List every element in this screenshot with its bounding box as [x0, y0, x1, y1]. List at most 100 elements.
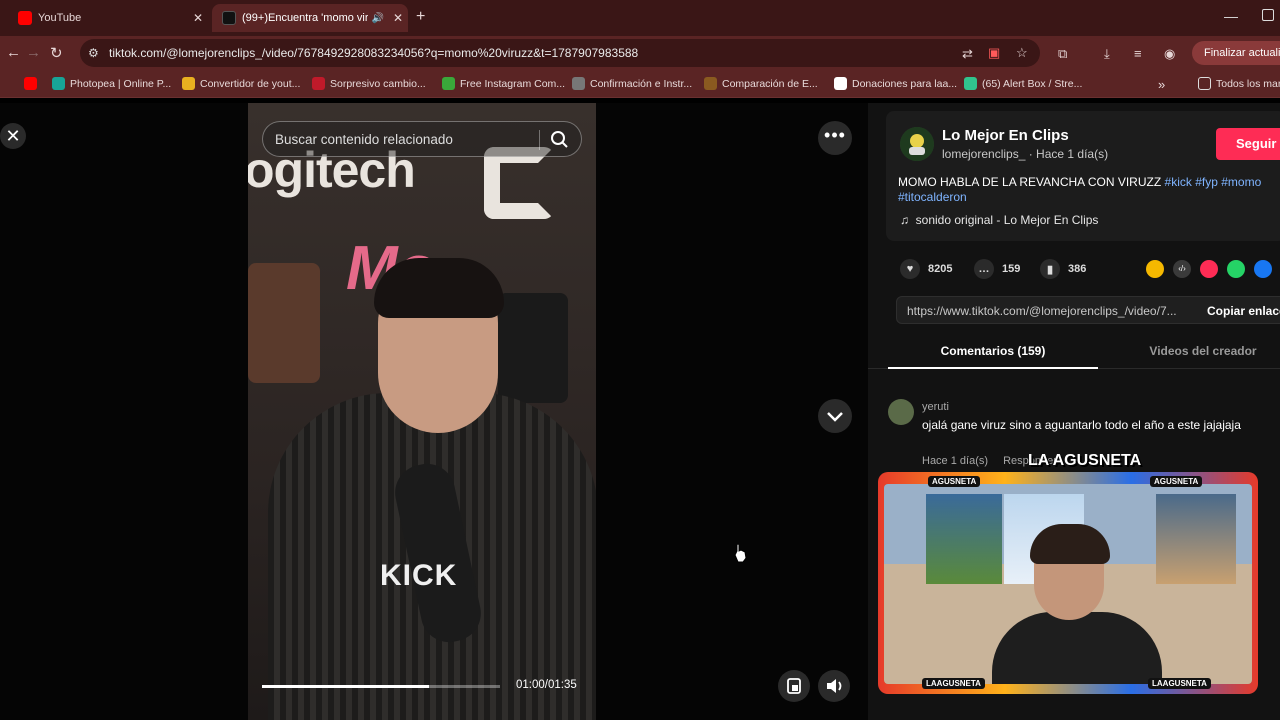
translate-icon[interactable]: ⇄	[962, 46, 973, 62]
bookmark-item[interactable]: Photopea | Online P...	[52, 77, 171, 90]
comment-stat[interactable]: … 159	[974, 259, 1020, 279]
news-icon	[312, 77, 325, 90]
search-icon[interactable]	[549, 129, 571, 151]
forward-icon[interactable]: →	[26, 44, 41, 61]
new-tab-button[interactable]: +	[416, 8, 425, 26]
back-icon[interactable]: ←	[6, 44, 21, 61]
copy-link-button[interactable]: Copiar enlace	[1207, 304, 1280, 318]
link-icon	[572, 77, 585, 90]
cast-icon[interactable]: ▣	[988, 45, 1000, 61]
follow-button[interactable]: Seguir	[1216, 128, 1280, 160]
tab-title: (99+)Encuentra 'momo viru	[242, 12, 368, 24]
hashtag-link[interactable]: #momo	[1221, 175, 1261, 189]
repost-icon[interactable]	[1146, 260, 1164, 278]
share-link-url[interactable]: https://www.tiktok.com/@lomejorenclips_/…	[907, 304, 1177, 318]
tab-youtube[interactable]: YouTube ✕	[8, 4, 208, 32]
close-video-button[interactable]: ✕	[0, 123, 26, 149]
streamer-body	[992, 612, 1162, 684]
channel-avatar[interactable]	[900, 127, 934, 161]
save-count: 386	[1068, 263, 1087, 275]
overlay-title: LA AGUSNETA	[1028, 452, 1142, 469]
site-info-icon[interactable]: ⚙	[88, 46, 99, 60]
donation-icon	[834, 77, 847, 90]
bookmark-item[interactable]: Comparación de E...	[704, 77, 818, 90]
avatar-image	[900, 127, 934, 161]
commenter-avatar[interactable]	[888, 399, 914, 425]
like-stat[interactable]: ♥ 8205	[900, 259, 952, 279]
tab-title: YouTube	[38, 12, 82, 24]
tab-close-button[interactable]: ✕	[388, 11, 408, 25]
save-stat[interactable]: ▮ 386	[1040, 259, 1086, 279]
poster-image	[1156, 494, 1236, 584]
facebook-icon[interactable]	[1254, 260, 1272, 278]
all-bookmarks-folder[interactable]: Todos los mar	[1198, 77, 1280, 90]
bookmarks-bar: Photopea | Online P... Convertidor de yo…	[0, 70, 1280, 98]
streamlabs-icon	[964, 77, 977, 90]
bookmark-icon[interactable]: ▮	[1040, 259, 1060, 279]
bookmark-star-icon[interactable]: ☆	[1016, 45, 1028, 61]
related-search-box[interactable]: Buscar contenido relacionado	[262, 121, 582, 157]
volume-icon	[827, 679, 842, 693]
video-progress-bar[interactable]	[262, 685, 500, 688]
tiktok-handle: LAAGUSNETA	[1148, 678, 1211, 689]
compare-icon	[704, 77, 717, 90]
comment-icon[interactable]: …	[974, 259, 994, 279]
speaker-icon[interactable]: 🔊	[368, 13, 388, 24]
pip-icon	[787, 678, 801, 694]
profile-icon[interactable]: ◉	[1164, 46, 1175, 62]
reload-icon[interactable]: ↻	[50, 44, 63, 62]
channel-meta: lomejorenclips_ · Hace 1 día(s)	[942, 147, 1109, 161]
channel-name[interactable]: Lo Mejor En Clips	[942, 127, 1069, 144]
tab-close-button[interactable]: ✕	[188, 11, 208, 25]
youtube-icon	[18, 11, 32, 25]
address-bar[interactable]: ⚙ tiktok.com/@lomejorenclips_/video/7678…	[80, 39, 1040, 67]
g-logo-icon	[484, 147, 554, 219]
tab-creator-videos[interactable]: Videos del creador	[1118, 333, 1280, 369]
related-search-placeholder[interactable]: Buscar contenido relacionado	[275, 132, 453, 147]
instagram-handle: AGUSNETA	[928, 476, 981, 487]
hashtag-link[interactable]: #kick	[1165, 175, 1192, 189]
restore-icon[interactable]	[1262, 9, 1274, 21]
bookmark-item[interactable]: Free Instagram Com...	[442, 77, 565, 90]
whatsapp-icon[interactable]	[1227, 260, 1245, 278]
browser-tab-bar: YouTube ✕ (99+)Encuentra 'momo viru 🔊 ✕ …	[0, 0, 1280, 36]
tab-comments[interactable]: Comentarios (159)	[888, 333, 1098, 369]
next-video-button[interactable]	[818, 399, 852, 433]
tab-tiktok[interactable]: (99+)Encuentra 'momo viru 🔊 ✕	[212, 4, 408, 32]
channel-handle[interactable]: lomejorenclips_	[942, 147, 1025, 161]
bookmarks-more-button[interactable]: »	[1158, 77, 1165, 92]
send-to-friend-icon[interactable]	[1200, 260, 1218, 278]
bookmark-item[interactable]: Confirmación e Instr...	[572, 77, 692, 90]
volume-button[interactable]	[818, 670, 850, 702]
hashtag-link[interactable]: #titocalderon	[898, 190, 967, 204]
heart-icon[interactable]: ♥	[900, 259, 920, 279]
bookmark-item[interactable]: (65) Alert Box / Stre...	[964, 77, 1082, 90]
comment-username[interactable]: yeruti	[922, 401, 949, 413]
bookmark-item[interactable]: Convertidor de yout...	[182, 77, 300, 90]
person-hair	[374, 258, 504, 318]
download-icon[interactable]: ⤓	[1104, 46, 1110, 62]
embed-icon[interactable]: ‹/›	[1173, 260, 1191, 278]
bookmark-youtube-icon[interactable]	[24, 77, 42, 90]
mouse-cursor-icon	[734, 543, 747, 563]
folder-icon	[1198, 77, 1211, 90]
x-handle: LAAGUSNETA	[922, 678, 985, 689]
bookmark-item[interactable]: Donaciones para laa...	[834, 77, 957, 90]
url-text[interactable]: tiktok.com/@lomejorenclips_/video/767849…	[109, 46, 638, 60]
video-info-card: Lo Mejor En Clips lomejorenclips_ · Hace…	[886, 111, 1280, 241]
extensions-icon[interactable]: ⧉	[1058, 46, 1067, 62]
post-date: Hace 1 día(s)	[1036, 147, 1109, 161]
browser-toolbar: ← → ↻ ⚙ tiktok.com/@lomejorenclips_/vide…	[0, 36, 1280, 70]
sound-link[interactable]: ♫ sonido original - Lo Mejor En Clips	[900, 213, 1098, 227]
video-player[interactable]: ogitech Mo KICK Buscar contenido relacio…	[248, 103, 596, 720]
comment-text: ojalá gane viruz sino a aguantarlo todo …	[922, 418, 1241, 432]
minimize-icon[interactable]: —	[1224, 8, 1238, 24]
picture-in-picture-button[interactable]	[778, 670, 810, 702]
hashtag-link[interactable]: #fyp	[1195, 175, 1218, 189]
more-options-button[interactable]: •••	[818, 121, 852, 155]
sound-name[interactable]: sonido original - Lo Mejor En Clips	[916, 213, 1099, 227]
media-icon[interactable]: ≡	[1134, 46, 1142, 61]
panel-tabs: Comentarios (159) Videos del creador	[868, 333, 1280, 369]
update-button[interactable]: Finalizar actualiza	[1192, 41, 1280, 65]
bookmark-item[interactable]: Sorpresivo cambio...	[312, 77, 426, 90]
